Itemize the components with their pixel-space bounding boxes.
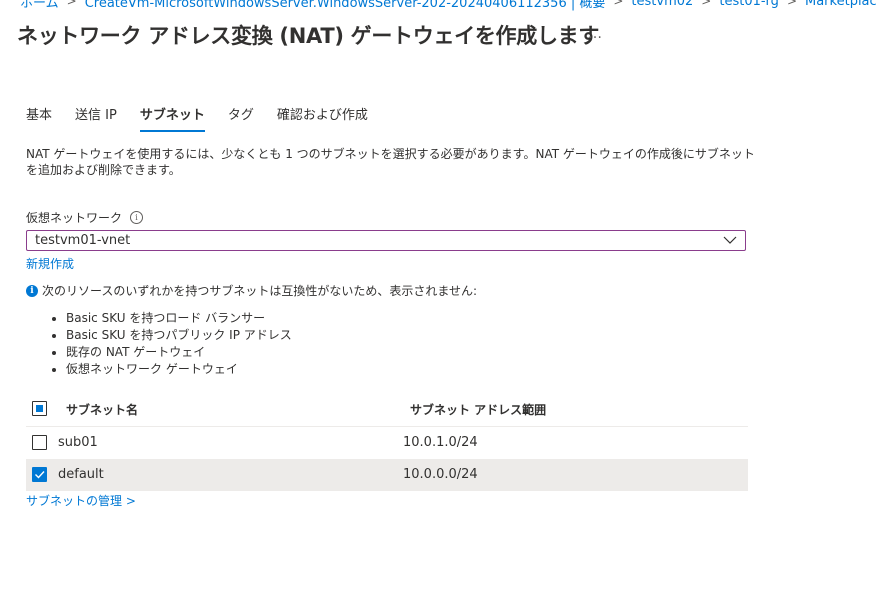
breadcrumb-resource-group[interactable]: test01-rg bbox=[719, 0, 779, 9]
table-row[interactable]: sub01 10.0.1.0/24 bbox=[26, 427, 748, 459]
breadcrumb-separator: > bbox=[786, 0, 797, 8]
vnet-label: 仮想ネットワーク bbox=[26, 211, 123, 225]
list-item: Basic SKU を持つロード バランサー bbox=[66, 310, 292, 327]
row-checkbox[interactable] bbox=[32, 435, 47, 450]
manage-subnets-link[interactable]: サブネットの管理 > bbox=[26, 492, 136, 509]
tab-outbound-ip[interactable]: 送信 IP bbox=[75, 104, 117, 132]
subnet-range: 10.0.1.0/24 bbox=[403, 435, 478, 450]
row-checkbox[interactable] bbox=[32, 467, 47, 482]
table-row[interactable]: default 10.0.0.0/24 bbox=[26, 459, 748, 491]
info-icon[interactable]: i bbox=[130, 211, 144, 224]
info-filled-icon: i bbox=[26, 284, 38, 297]
tab-review-create[interactable]: 確認および作成 bbox=[277, 104, 368, 132]
incompatible-resource-list: Basic SKU を持つロード バランサー Basic SKU を持つパブリッ… bbox=[40, 310, 292, 378]
vnet-field-label: 仮想ネットワーク i bbox=[26, 209, 144, 226]
more-options-button[interactable]: … bbox=[588, 26, 603, 42]
column-header-subnet-name[interactable]: サブネット名 bbox=[66, 401, 138, 418]
chevron-down-icon bbox=[723, 236, 737, 244]
vnet-dropdown-value: testvm01-vnet bbox=[35, 233, 131, 248]
list-item: Basic SKU を持つパブリック IP アドレス bbox=[66, 327, 292, 344]
checkmark-icon bbox=[35, 471, 45, 479]
subnet-table: サブネット名 サブネット アドレス範囲 sub01 10.0.1.0/24 de… bbox=[26, 393, 748, 491]
list-item: 既存の NAT ゲートウェイ bbox=[66, 344, 292, 361]
breadcrumb-vm[interactable]: testvm02 bbox=[631, 0, 693, 9]
description-text: NAT ゲートウェイを使用するには、少なくとも 1 つのサブネットを選択する必要… bbox=[26, 147, 755, 177]
table-header: サブネット名 サブネット アドレス範囲 bbox=[26, 393, 748, 427]
tab-subnet[interactable]: サブネット bbox=[139, 104, 205, 132]
column-header-address-range[interactable]: サブネット アドレス範囲 bbox=[410, 401, 546, 418]
page-title: ネットワーク アドレス変換 (NAT) ゲートウェイを作成します bbox=[17, 24, 600, 48]
breadcrumb-separator: > bbox=[613, 0, 624, 8]
breadcrumb-separator: > bbox=[701, 0, 712, 8]
indeterminate-mark bbox=[36, 405, 43, 412]
breadcrumb-home[interactable]: ホーム bbox=[20, 0, 59, 11]
list-item: 仮想ネットワーク ゲートウェイ bbox=[66, 361, 292, 378]
subnet-name: sub01 bbox=[58, 435, 98, 450]
tab-bar: 基本 送信 IP サブネット タグ 確認および作成 bbox=[26, 104, 391, 132]
incompatible-notice: i 次のリソースのいずれかを持つサブネットは互換性がないため、表示されません: bbox=[26, 282, 477, 299]
breadcrumb-deployment[interactable]: CreateVm-MicrosoftWindowsServer.WindowsS… bbox=[85, 0, 606, 11]
create-new-link[interactable]: 新規作成 bbox=[26, 255, 74, 272]
tab-basics[interactable]: 基本 bbox=[26, 104, 52, 132]
tab-tags[interactable]: タグ bbox=[228, 104, 254, 132]
breadcrumb-marketplace[interactable]: Marketplace bbox=[805, 0, 877, 9]
subnet-range: 10.0.0.0/24 bbox=[403, 467, 478, 482]
vnet-dropdown[interactable]: testvm01-vnet bbox=[26, 230, 746, 251]
breadcrumb-separator: > bbox=[66, 0, 77, 8]
notice-text: 次のリソースのいずれかを持つサブネットは互換性がないため、表示されません: bbox=[42, 284, 478, 298]
breadcrumb: ホーム > CreateVm-MicrosoftWindowsServer.Wi… bbox=[20, 0, 877, 11]
select-all-checkbox[interactable] bbox=[32, 401, 47, 416]
subnet-name: default bbox=[58, 467, 104, 482]
